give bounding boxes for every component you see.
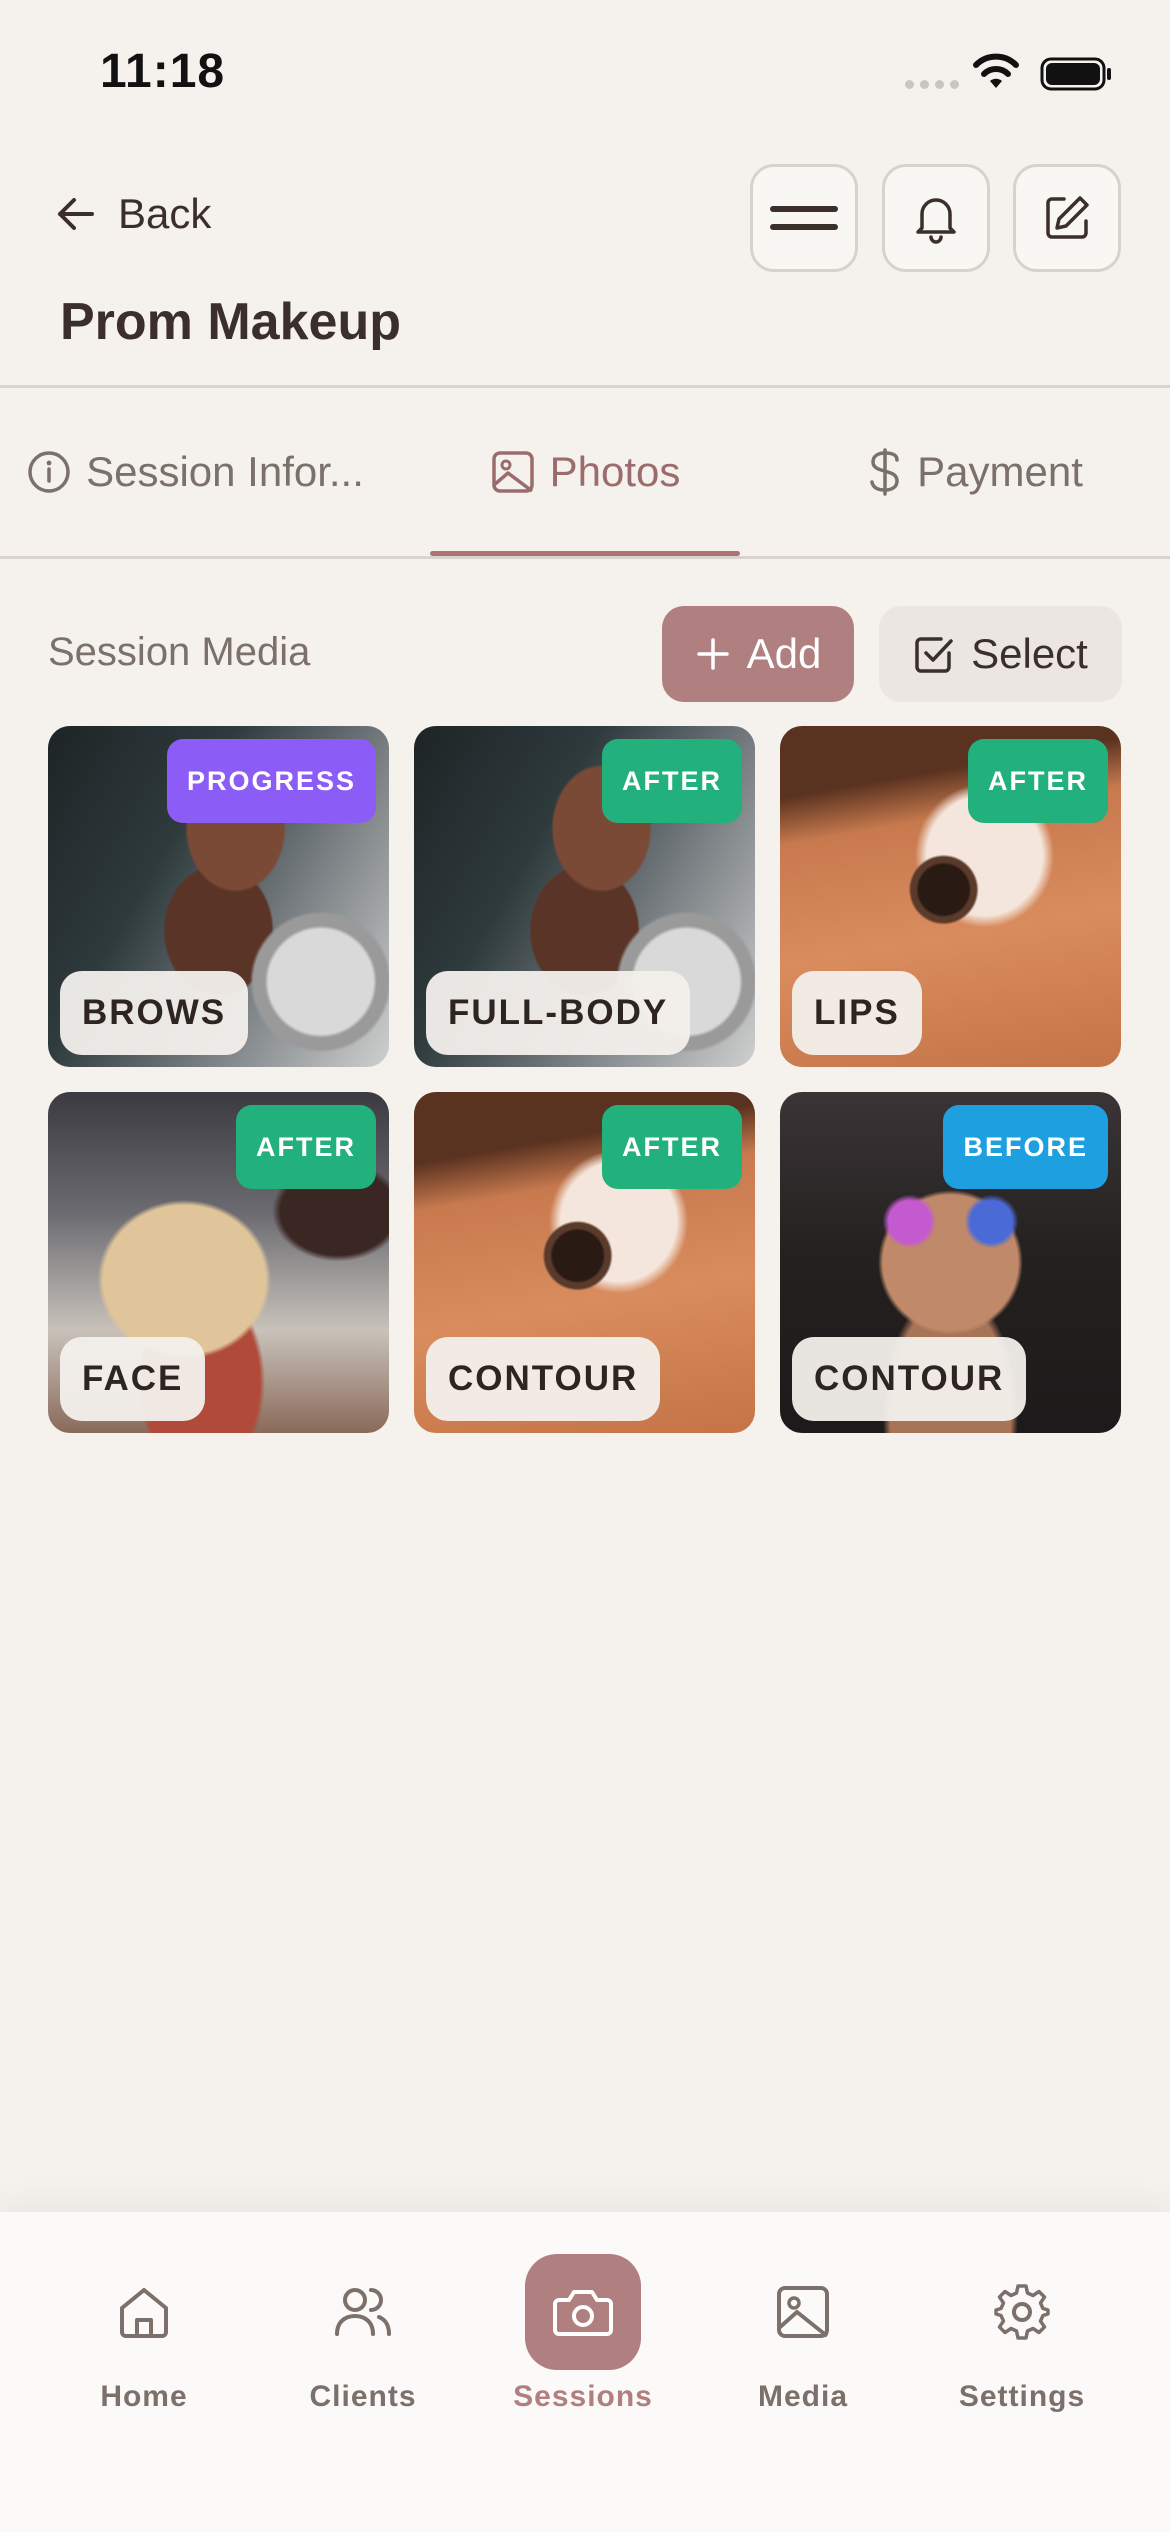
media-tile[interactable]: BEFORE CONTOUR (780, 1092, 1121, 1433)
battery-icon (1040, 57, 1111, 91)
nav-label: Clients (309, 2380, 417, 2413)
wifi-icon (973, 53, 1019, 88)
back-button[interactable]: Back (52, 190, 211, 238)
tile-label: LIPS (792, 971, 922, 1055)
add-label: Add (746, 630, 822, 677)
status-badge: AFTER (236, 1105, 376, 1189)
nav-settings[interactable]: Settings (932, 2254, 1112, 2414)
dollar-icon (870, 448, 899, 496)
page-title: Prom Makeup (60, 293, 401, 351)
media-tile[interactable]: AFTER LIPS (780, 726, 1121, 1067)
nav-clients[interactable]: Clients (273, 2254, 453, 2414)
info-icon (28, 451, 70, 493)
tab-payment[interactable]: Payment (780, 388, 1170, 556)
tab-label: Session Infor... (86, 448, 364, 495)
notifications-button[interactable] (882, 164, 990, 272)
edit-button[interactable] (1013, 164, 1121, 272)
status-badge: AFTER (602, 1105, 742, 1189)
nav-home[interactable]: Home (54, 2254, 234, 2414)
tab-label: Payment (917, 448, 1083, 495)
tile-label: FULL-BODY (426, 971, 691, 1055)
divider (0, 556, 1170, 559)
gear-icon (994, 2284, 1050, 2340)
tab-session-info[interactable]: Session Infor... (0, 388, 390, 556)
plus-icon (696, 638, 729, 670)
image-icon (777, 2286, 829, 2338)
tile-label: CONTOUR (426, 1337, 661, 1421)
bell-icon (916, 198, 956, 244)
nav-label: Sessions (513, 2380, 653, 2413)
status-bar: 11:18 (0, 0, 1170, 140)
media-header: Session Media Add Select (48, 606, 1122, 702)
tab-bar: Session Infor... Photos Payment (0, 388, 1170, 556)
signal-icon (905, 80, 959, 89)
tile-label: CONTOUR (792, 1337, 1027, 1421)
menu-button[interactable] (750, 164, 858, 272)
arrow-left-icon (58, 198, 94, 230)
tab-label: Photos (549, 448, 681, 495)
menu-icon (770, 206, 838, 230)
image-icon (491, 451, 534, 493)
media-grid: PROGRESS BROWS AFTER FULL-BODY AFTER LIP… (48, 726, 1122, 1433)
status-badge: BEFORE (943, 1105, 1108, 1189)
nav-sessions[interactable]: Sessions (493, 2254, 673, 2414)
home-icon (120, 2288, 168, 2338)
media-tile[interactable]: AFTER FULL-BODY (414, 726, 755, 1067)
media-tile[interactable]: PROGRESS BROWS (48, 726, 389, 1067)
status-badge: AFTER (968, 739, 1108, 823)
edit-icon (1046, 196, 1089, 239)
nav-label: Home (100, 2380, 188, 2413)
checkbox-icon (915, 637, 953, 673)
status-badge: AFTER (602, 739, 742, 823)
back-label: Back (118, 190, 212, 237)
status-time: 11:18 (100, 45, 226, 98)
tile-label: FACE (60, 1337, 206, 1421)
tab-photos[interactable]: Photos (390, 388, 780, 556)
camera-icon (553, 2290, 613, 2336)
bottom-nav: Home Clients Sessions Media Settings (0, 2212, 1170, 2532)
select-label: Select (971, 630, 1088, 677)
nav-label: Settings (958, 2380, 1086, 2413)
nav-media[interactable]: Media (713, 2254, 893, 2414)
users-icon (335, 2288, 391, 2336)
media-tile[interactable]: AFTER FACE (48, 1092, 389, 1433)
header: Back Prom Makeup (0, 150, 1170, 385)
status-badge: PROGRESS (166, 739, 376, 823)
media-tile[interactable]: AFTER CONTOUR (414, 1092, 755, 1433)
add-button[interactable]: Add (662, 606, 854, 702)
section-title: Session Media (48, 630, 311, 674)
select-button[interactable]: Select (879, 606, 1122, 702)
nav-label: Media (757, 2380, 849, 2413)
tile-label: BROWS (60, 971, 249, 1055)
